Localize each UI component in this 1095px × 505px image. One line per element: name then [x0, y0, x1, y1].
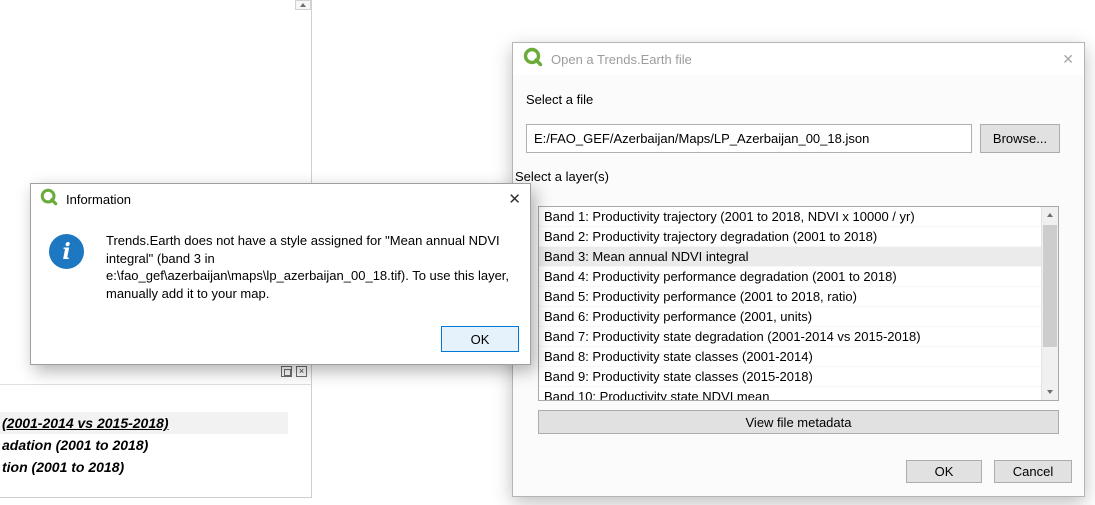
ok-button[interactable]: OK	[441, 326, 519, 352]
scroll-down-button[interactable]	[1042, 384, 1058, 400]
close-icon[interactable]: ✕	[1062, 51, 1074, 68]
select-file-label: Select a file	[526, 92, 594, 107]
layer-list-item-selected[interactable]: Band 3: Mean annual NDVI integral	[539, 247, 1041, 267]
qgis-workspace: × (2001-2014 vs 2015-2018) adation (2001…	[0, 0, 1095, 505]
layer-list-item[interactable]: Band 8: Productivity state classes (2001…	[539, 347, 1041, 367]
dock-panel-buttons: ×	[281, 366, 307, 377]
file-path-input[interactable]	[526, 124, 972, 153]
legend-item[interactable]: (2001-2014 vs 2015-2018)	[0, 412, 288, 434]
dialog-title: Open a Trends.Earth file	[551, 51, 692, 67]
scrollbar-thumb[interactable]	[1043, 225, 1057, 347]
select-layers-label: Select a layer(s)	[515, 169, 609, 184]
info-message: Trends.Earth does not have a style assig…	[106, 233, 510, 301]
dialog-titlebar[interactable]: Open a Trends.Earth file ✕	[513, 43, 1084, 75]
layer-list-item[interactable]: Band 2: Productivity trajectory degradat…	[539, 227, 1041, 247]
browse-button[interactable]: Browse...	[980, 124, 1060, 153]
scroll-down-icon	[1047, 390, 1053, 394]
scroll-up-icon	[1047, 213, 1053, 217]
panel-scroll-up-button[interactable]	[295, 0, 311, 10]
panel-section-divider	[0, 384, 311, 385]
layer-list-item[interactable]: Band 9: Productivity state classes (2015…	[539, 367, 1041, 387]
legend-item[interactable]: tion (2001 to 2018)	[0, 456, 311, 478]
list-scrollbar[interactable]	[1041, 207, 1058, 400]
layer-list-item[interactable]: Band 5: Productivity performance (2001 t…	[539, 287, 1041, 307]
dialog-titlebar[interactable]: Information ✕	[31, 184, 530, 214]
view-file-metadata-button[interactable]: View file metadata	[538, 410, 1059, 434]
trends-earth-logo-icon	[40, 188, 58, 211]
information-dialog: Information ✕ i Trends.Earth does not ha…	[30, 183, 531, 365]
scroll-up-button[interactable]	[1042, 207, 1058, 223]
layer-legend: (2001-2014 vs 2015-2018) adation (2001 t…	[0, 412, 311, 478]
legend-item[interactable]: adation (2001 to 2018)	[0, 434, 311, 456]
dock-float-icon[interactable]	[281, 366, 292, 377]
ok-button[interactable]: OK	[906, 460, 982, 483]
layer-list-item[interactable]: Band 7: Productivity state degradation (…	[539, 327, 1041, 347]
layer-list-item[interactable]: Band 4: Productivity performance degrada…	[539, 267, 1041, 287]
layer-list-item[interactable]: Band 6: Productivity performance (2001, …	[539, 307, 1041, 327]
scroll-up-icon	[300, 3, 306, 7]
cancel-button[interactable]: Cancel	[994, 460, 1072, 483]
panel-bottom-border	[0, 497, 312, 498]
layer-listbox: Band 1: Productivity trajectory (2001 to…	[538, 206, 1059, 401]
close-icon[interactable]: ✕	[508, 190, 521, 208]
dock-close-icon[interactable]: ×	[296, 366, 307, 377]
open-trends-earth-dialog: Open a Trends.Earth file ✕ Select a file…	[512, 42, 1085, 497]
trends-earth-logo-icon	[523, 47, 543, 72]
layer-list-item[interactable]: Band 1: Productivity trajectory (2001 to…	[539, 207, 1041, 227]
info-icon: i	[49, 234, 84, 269]
dialog-title: Information	[66, 191, 132, 207]
layer-list-item[interactable]: Band 10: Productivity state NDVI mean	[539, 387, 1041, 400]
layer-rows: Band 1: Productivity trajectory (2001 to…	[539, 207, 1041, 400]
